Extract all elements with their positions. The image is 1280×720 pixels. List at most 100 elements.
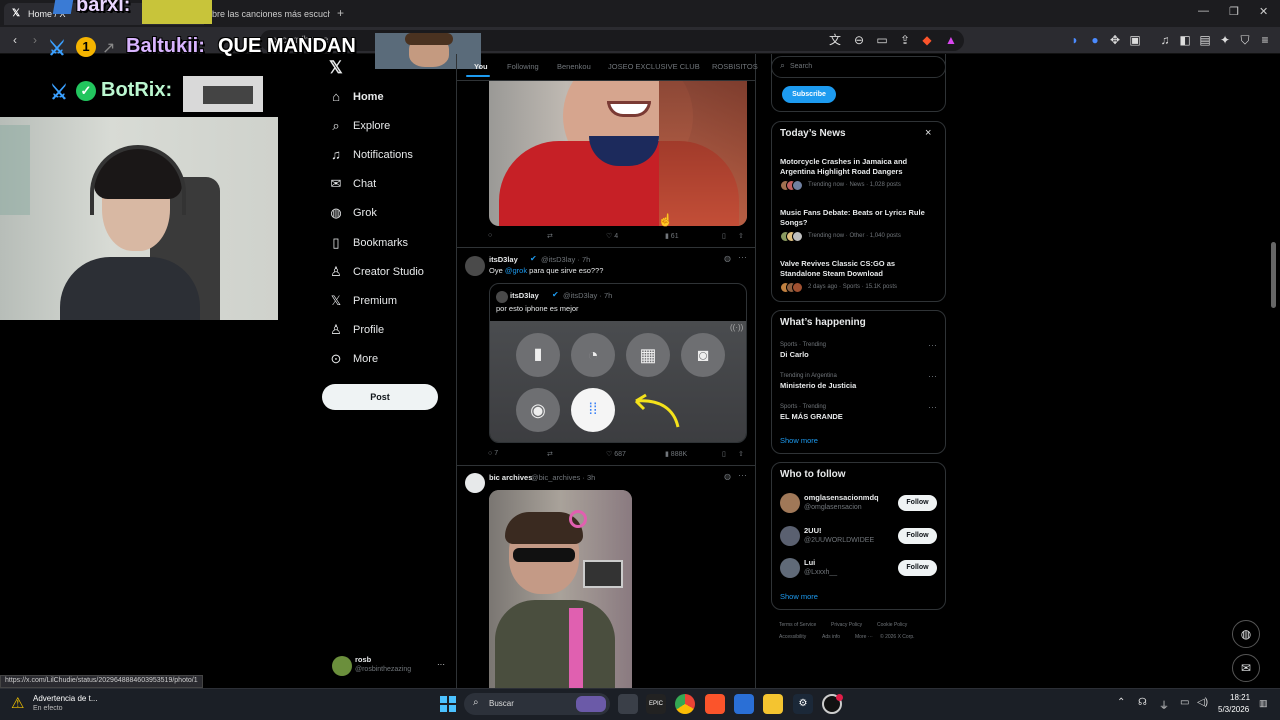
footer-ads[interactable]: Ads info [822, 634, 840, 640]
clock-date[interactable]: 5/3/2026 [1218, 705, 1249, 714]
nav-creator-studio[interactable]: ♙ Creator Studio [328, 260, 424, 284]
store-icon[interactable] [734, 694, 754, 714]
task-view-icon[interactable] [618, 694, 638, 714]
post-button[interactable]: Post [322, 384, 438, 410]
suggestion-name[interactable]: 2UU! [804, 526, 822, 535]
repost-icon[interactable]: ⇄ [547, 450, 553, 458]
brave-shield-icon[interactable]: ◆ [918, 31, 936, 49]
footer-cookie[interactable]: Cookie Policy [877, 622, 907, 628]
chevron-up-icon[interactable]: ⌃ [1117, 697, 1125, 708]
bookmark-icon[interactable]: ▯ [722, 232, 726, 240]
share-icon[interactable]: ⇪ [896, 31, 914, 49]
headphones-icon[interactable]: ☊ [1138, 697, 1147, 708]
taskbar-search[interactable]: ⌕ Buscar [464, 693, 610, 715]
notice-title[interactable]: Advertencia de t... [33, 694, 97, 703]
footer-more[interactable]: More ··· [855, 634, 873, 640]
nav-notifications[interactable]: ♫ Notifications [328, 143, 413, 167]
tab-joseo[interactable]: JOSEO EXCLUSIVE CLUB [608, 62, 700, 71]
clock-time[interactable]: 18:21 [1230, 693, 1250, 702]
footer-accessibility[interactable]: Accessibility [779, 634, 806, 640]
warning-icon[interactable]: ⚠ [11, 694, 24, 712]
minimize-button[interactable]: — [1198, 5, 1209, 17]
suggestion-name[interactable]: omglasensacionmdq [804, 493, 879, 502]
trend-more-icon[interactable]: ··· [928, 371, 937, 381]
file-explorer-icon[interactable] [763, 694, 783, 714]
tab-following[interactable]: Following [507, 62, 539, 71]
suggestion-name[interactable]: Lui [804, 558, 815, 567]
views-button[interactable]: ▮ 888K [665, 450, 687, 458]
screenshot-icon[interactable]: ▣ [1126, 31, 1144, 49]
tab-rosbisitos[interactable]: ROSBISITOS [712, 62, 758, 71]
repost-icon[interactable]: ⇄ [547, 232, 553, 240]
share-icon[interactable]: ⇧ [738, 450, 744, 458]
footer-privacy[interactable]: Privacy Policy [831, 622, 862, 628]
brave-icon[interactable] [705, 694, 725, 714]
close-window-button[interactable]: ✕ [1259, 5, 1268, 18]
nav-profile[interactable]: ♙ Profile [328, 318, 384, 342]
leo-ai-icon[interactable]: ✦ [1216, 31, 1234, 49]
notification-center-icon[interactable]: ▥ [1259, 698, 1268, 709]
post-author[interactable]: bic archives [489, 473, 532, 482]
trend-item-2[interactable]: Ministerio de Justicia [780, 381, 856, 390]
network-icon[interactable]: ▭ [1180, 697, 1189, 708]
trend-more-icon[interactable]: ··· [928, 340, 937, 350]
grok-icon[interactable]: ◍ [724, 472, 731, 481]
windows-start-icon[interactable] [440, 696, 456, 712]
close-icon[interactable]: × [925, 127, 931, 139]
nav-home[interactable]: ⌂ Home [328, 85, 384, 109]
news-item-2[interactable]: Music Fans Debate: Beats or Lyrics Rule … [780, 208, 930, 228]
x-home-logo-icon[interactable]: 𝕏 [329, 58, 343, 78]
forward-icon[interactable]: › [26, 31, 44, 49]
cast-icon[interactable]: ▭ [873, 31, 891, 49]
translate-icon[interactable]: 文 [826, 31, 844, 49]
post-more-icon[interactable]: ··· [738, 470, 747, 480]
sidebar-icon[interactable]: ◧ [1176, 31, 1194, 49]
reply-icon[interactable]: ○ [488, 232, 492, 239]
trend-more-icon[interactable]: ··· [928, 402, 937, 412]
post-handle[interactable]: @bic_archives · 3h [531, 473, 595, 482]
nav-bookmarks[interactable]: ▯ Bookmarks [328, 231, 408, 255]
volume-icon[interactable]: ◁) [1197, 697, 1208, 708]
nav-premium[interactable]: 𝕏 Premium [328, 289, 397, 313]
avatar[interactable] [465, 473, 485, 493]
quote-tweet[interactable]: itsD3lay ✔ @itsD3lay · 7h por esto iphon… [489, 283, 747, 443]
like-button[interactable]: ♡ 687 [606, 450, 626, 458]
epic-games-icon[interactable]: EPIC [646, 694, 666, 714]
avatar[interactable] [780, 526, 800, 546]
mention-link[interactable]: @grok [505, 266, 527, 275]
back-icon[interactable]: ‹ [6, 31, 24, 49]
follow-button[interactable]: Follow [898, 560, 937, 576]
puzzle-icon[interactable]: ✥ [1106, 31, 1124, 49]
post-image-3[interactable] [489, 490, 632, 688]
avatar[interactable] [465, 256, 485, 276]
grok-icon[interactable]: ◍ [724, 254, 731, 263]
nav-more[interactable]: ⊙ More [328, 347, 379, 371]
news-item-1[interactable]: Motorcycle Crashes in Jamaica and Argent… [780, 157, 930, 177]
tab-songs[interactable]: bre las canciones más escucha [206, 3, 330, 25]
subscribe-button[interactable]: Subscribe [782, 86, 836, 103]
views-button[interactable]: ▮ 61 [665, 232, 679, 240]
footer-terms[interactable]: Terms of Service [779, 622, 816, 628]
grok-fab-icon[interactable]: ◍ [1232, 620, 1260, 648]
music-icon[interactable]: ♫ [1156, 31, 1174, 49]
follow-show-more[interactable]: Show more [780, 592, 818, 601]
new-tab-button[interactable]: + [337, 6, 344, 20]
tab-for-you[interactable]: You [474, 62, 488, 71]
maximize-button[interactable]: ❐ [1229, 5, 1239, 18]
page-scrollbar[interactable] [1271, 242, 1276, 308]
trends-show-more[interactable]: Show more [780, 436, 818, 445]
avatar[interactable] [780, 558, 800, 578]
nav-explore[interactable]: ⌕ Explore [328, 114, 390, 138]
nav-grok[interactable]: ◍ Grok [328, 201, 377, 225]
share-icon[interactable]: ⇧ [738, 232, 744, 240]
post-image-1[interactable] [489, 81, 747, 226]
search-input[interactable]: ⌕ Search [771, 56, 946, 78]
bookmark-icon[interactable]: ▯ [722, 450, 726, 458]
messages-fab-icon[interactable]: ✉ [1232, 654, 1260, 682]
post-handle[interactable]: @itsD3lay · 7h [541, 255, 590, 264]
post-more-icon[interactable]: ··· [738, 252, 747, 262]
tab-benenkou[interactable]: Benenkou [557, 62, 591, 71]
mic-icon[interactable]: ⏚ [1159, 697, 1169, 712]
avatar[interactable] [780, 493, 800, 513]
wallet-icon[interactable]: ▤ [1196, 31, 1214, 49]
